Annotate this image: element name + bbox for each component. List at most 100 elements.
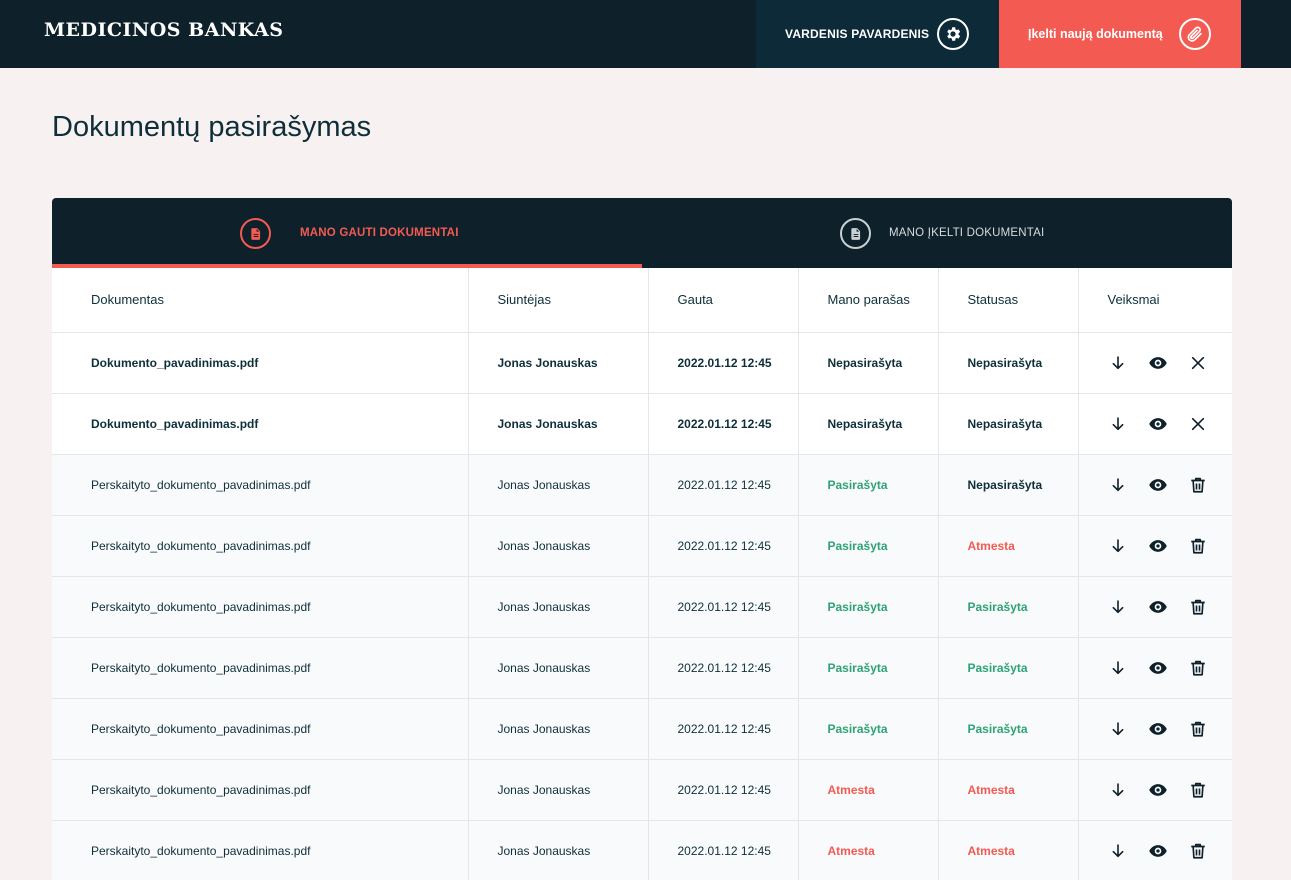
view-button[interactable] <box>1148 353 1168 373</box>
table-row[interactable]: Perskaityto_dokumento_pavadinimas.pdf Jon… <box>52 576 1232 638</box>
download-button[interactable] <box>1108 536 1128 556</box>
tab-received-documents[interactable]: MANO GAUTI DOKUMENTAI <box>52 198 642 268</box>
table-row[interactable]: Perskaityto_dokumento_pavadinimas.pdf Jon… <box>52 698 1232 760</box>
column-header-received[interactable]: Gauta <box>648 268 799 333</box>
column-header-status[interactable]: Statusas <box>938 268 1079 333</box>
column-header-sender[interactable]: Siuntėjas <box>468 268 649 333</box>
table-header: Dokumentas Siuntėjas Gauta Mano parašas … <box>52 268 1232 333</box>
upload-icon-circle <box>1179 18 1211 50</box>
view-button[interactable] <box>1148 414 1168 434</box>
received-date: 2022.01.12 12:45 <box>648 759 799 821</box>
trash-icon <box>1190 599 1205 615</box>
view-button[interactable] <box>1148 719 1168 739</box>
document-icon <box>850 227 860 240</box>
download-button[interactable] <box>1108 658 1128 678</box>
settings-button[interactable] <box>937 18 969 50</box>
document-name[interactable]: Perskaityto_dokumento_pavadinimas.pdf <box>52 515 469 577</box>
document-status: Atmesta <box>938 820 1079 880</box>
received-date: 2022.01.12 12:45 <box>648 576 799 638</box>
download-arrow-icon <box>1112 843 1123 857</box>
table-row[interactable]: Perskaityto_dokumento_pavadinimas.pdf Jon… <box>52 820 1232 880</box>
download-button[interactable] <box>1108 597 1128 617</box>
eye-icon <box>1148 356 1167 369</box>
sender-name: Jonas Jonauskas <box>468 393 649 455</box>
view-button[interactable] <box>1148 597 1168 617</box>
document-name[interactable]: Perskaityto_dokumento_pavadinimas.pdf <box>52 637 469 699</box>
table-row[interactable]: Perskaityto_dokumento_pavadinimas.pdf Jon… <box>52 454 1232 516</box>
eye-icon <box>1148 844 1167 857</box>
row-actions <box>1078 454 1232 516</box>
document-name[interactable]: Dokumento_pavadinimas.pdf <box>52 393 469 455</box>
column-header-document[interactable]: Dokumentas <box>52 268 469 333</box>
delete-button[interactable] <box>1188 536 1208 556</box>
document-name[interactable]: Perskaityto_dokumento_pavadinimas.pdf <box>52 576 469 638</box>
page-title: Dokumentų pasirašymas <box>52 111 372 143</box>
sender-name: Jonas Jonauskas <box>468 332 649 394</box>
delete-button[interactable] <box>1188 719 1208 739</box>
my-signature-status: Pasirašyta <box>798 637 939 699</box>
delete-button[interactable] <box>1188 597 1208 617</box>
document-status: Pasirašyta <box>938 637 1079 699</box>
my-signature-status: Atmesta <box>798 759 939 821</box>
document-name[interactable]: Perskaityto_dokumento_pavadinimas.pdf <box>52 454 469 516</box>
received-date: 2022.01.12 12:45 <box>648 698 799 760</box>
table-row[interactable]: Perskaityto_dokumento_pavadinimas.pdf Jon… <box>52 759 1232 821</box>
download-button[interactable] <box>1108 353 1128 373</box>
column-header-my-signature[interactable]: Mano parašas <box>798 268 939 333</box>
my-signature-status: Pasirašyta <box>798 698 939 760</box>
view-button[interactable] <box>1148 658 1168 678</box>
download-button[interactable] <box>1108 414 1128 434</box>
user-name[interactable]: VARDENIS PAVARDENIS <box>785 27 929 41</box>
paperclip-icon <box>1187 26 1202 42</box>
view-button[interactable] <box>1148 780 1168 800</box>
my-signature-status: Nepasirašyta <box>798 332 939 394</box>
trash-icon <box>1190 782 1205 798</box>
view-button[interactable] <box>1148 536 1168 556</box>
download-arrow-icon <box>1112 538 1123 552</box>
gear-icon <box>947 27 961 41</box>
row-actions <box>1078 515 1232 577</box>
download-button[interactable] <box>1108 780 1128 800</box>
tab-uploaded-documents[interactable]: MANO ĮKELTI DOKUMENTAI <box>642 198 1232 268</box>
download-button[interactable] <box>1108 841 1128 861</box>
reject-button[interactable] <box>1188 353 1208 373</box>
view-button[interactable] <box>1148 475 1168 495</box>
my-signature-status: Atmesta <box>798 820 939 880</box>
received-date: 2022.01.12 12:45 <box>648 637 799 699</box>
delete-button[interactable] <box>1188 658 1208 678</box>
document-name[interactable]: Perskaityto_dokumento_pavadinimas.pdf <box>52 759 469 821</box>
upload-document-button[interactable]: Įkelti naują dokumentą <box>999 0 1241 68</box>
download-button[interactable] <box>1108 475 1128 495</box>
row-actions <box>1078 759 1232 821</box>
table-row[interactable]: Perskaityto_dokumento_pavadinimas.pdf Jon… <box>52 515 1232 577</box>
reject-button[interactable] <box>1188 414 1208 434</box>
sender-name: Jonas Jonauskas <box>468 637 649 699</box>
close-icon <box>1191 356 1204 369</box>
download-arrow-icon <box>1112 660 1123 674</box>
received-date: 2022.01.12 12:45 <box>648 820 799 880</box>
tab-icon-circle <box>240 218 271 249</box>
logo[interactable]: MEDICINOS BANKAS <box>44 19 284 41</box>
eye-icon <box>1148 478 1167 491</box>
trash-icon <box>1190 660 1205 676</box>
download-arrow-icon <box>1112 355 1123 369</box>
row-actions <box>1078 698 1232 760</box>
document-name[interactable]: Dokumento_pavadinimas.pdf <box>52 332 469 394</box>
row-actions <box>1078 637 1232 699</box>
table-row[interactable]: Perskaityto_dokumento_pavadinimas.pdf Jon… <box>52 637 1232 699</box>
close-icon <box>1191 417 1204 430</box>
download-arrow-icon <box>1112 416 1123 430</box>
delete-button[interactable] <box>1188 475 1208 495</box>
document-name[interactable]: Perskaityto_dokumento_pavadinimas.pdf <box>52 820 469 880</box>
document-status: Nepasirašyta <box>938 454 1079 516</box>
download-button[interactable] <box>1108 719 1128 739</box>
delete-button[interactable] <box>1188 841 1208 861</box>
my-signature-status: Pasirašyta <box>798 576 939 638</box>
table-row[interactable]: Dokumento_pavadinimas.pdf Jonas Jonauskas… <box>52 332 1232 394</box>
delete-button[interactable] <box>1188 780 1208 800</box>
table-row[interactable]: Dokumento_pavadinimas.pdf Jonas Jonauskas… <box>52 393 1232 455</box>
row-actions <box>1078 332 1232 394</box>
document-status: Nepasirašyta <box>938 332 1079 394</box>
document-name[interactable]: Perskaityto_dokumento_pavadinimas.pdf <box>52 698 469 760</box>
view-button[interactable] <box>1148 841 1168 861</box>
